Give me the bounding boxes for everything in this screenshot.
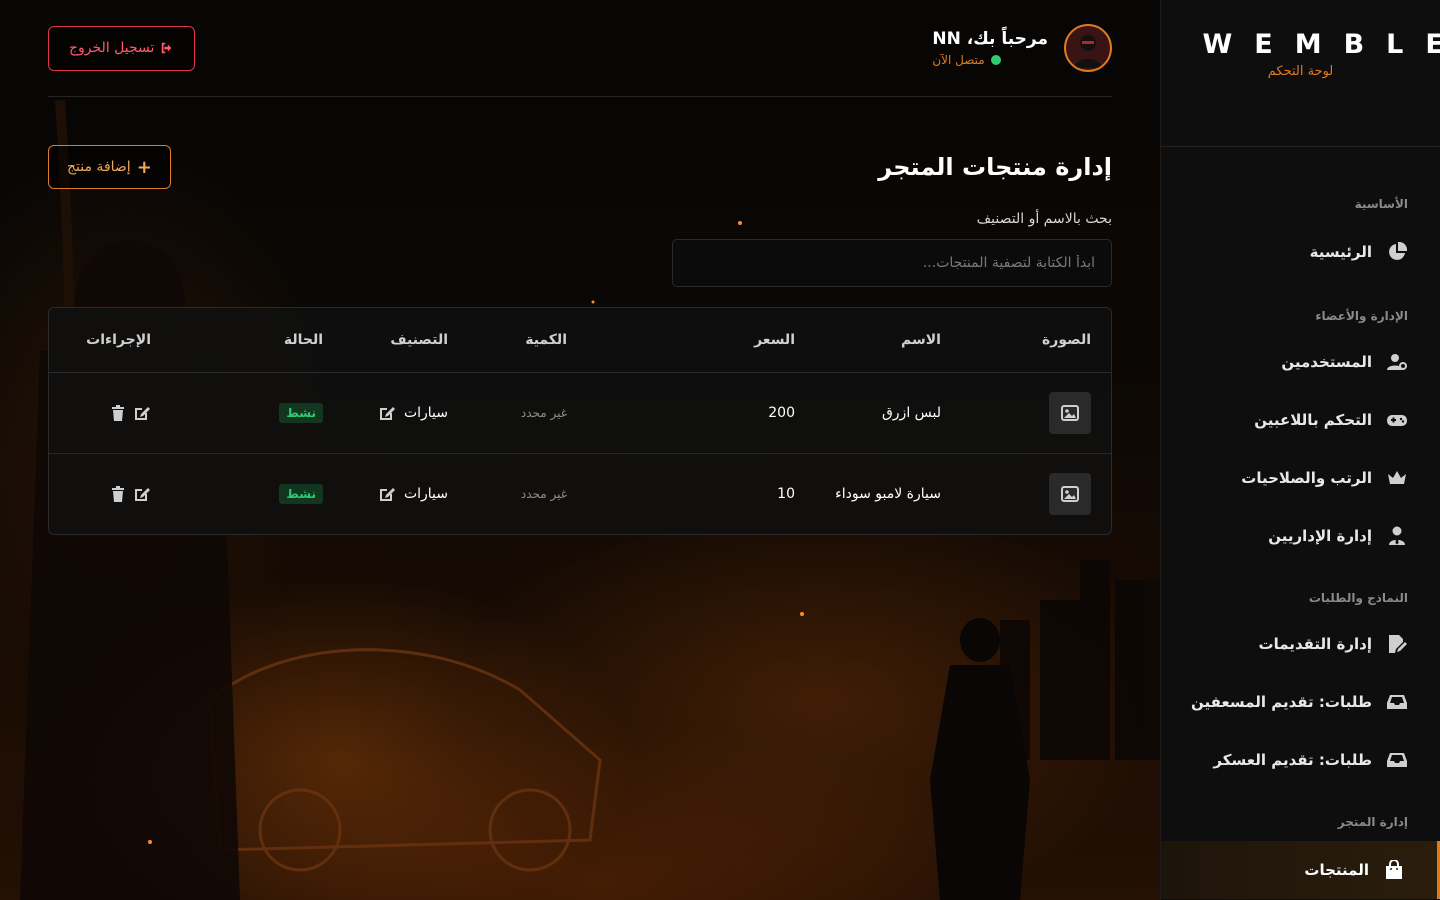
edit-category-icon[interactable] [378,404,396,422]
brand-logo: WEMBLEY [1202,29,1440,60]
product-status: نشط [151,453,323,534]
col-header-actions: الإجراءات [49,308,151,373]
nav-section-title: النماذج والطلبات [1308,591,1408,605]
product-image-cell [941,372,1111,454]
sidebar-item-label: المنتجات [1304,861,1369,879]
edit-icon[interactable] [133,485,151,503]
user-tie-icon [1386,525,1408,547]
sidebar-item-label: طلبات: تقديم العسكر [1213,751,1372,769]
inbox-icon [1386,691,1408,713]
nav-section-title: الإدارة والأعضاء [1315,309,1408,323]
online-status-text: متصل الآن [932,53,985,67]
col-header-price: السعر [567,308,795,373]
quantity-text: غير محدد [520,486,567,501]
table-header-row: الصورة الاسم السعر الكمية التصنيف الحالة… [49,308,1111,373]
table-row: لبس ازرق 200 غير محدد سيارات نشط [49,372,1111,454]
table-row: سيارة لامبو سوداء 10 غير محدد سيارات نشط [49,453,1111,534]
user-text: مرحباً بك، NN متصل الآن [932,29,1048,67]
file-edit-icon [1386,633,1408,655]
product-actions [49,453,151,534]
sidebar-item-applications[interactable]: إدارة التقديمات [1161,615,1440,673]
sidebar-item-paramedic-requests[interactable]: طلبات: تقديم المسعفين [1161,673,1440,731]
gamepad-icon [1386,409,1408,431]
delete-icon[interactable] [109,404,127,422]
sidebar-item-label: التحكم باللاعبين [1254,411,1372,429]
sign-out-icon [162,42,172,54]
search-label: بحث بالاسم أو التصنيف [976,211,1112,227]
sidebar-item-military-requests[interactable]: طلبات: تقديم العسكر [1161,731,1440,789]
col-header-category: التصنيف [323,308,448,373]
product-name: سيارة لامبو سوداء [835,485,941,502]
product-quantity: غير محدد [448,453,567,534]
pie-chart-icon [1386,241,1408,263]
sidebar-item-label: إدارة الإداريين [1268,527,1372,545]
welcome-text: مرحباً بك، NN [932,29,1048,49]
sidebar-item-users[interactable]: المستخدمين [1161,333,1440,391]
top-bar: مرحباً بك، NN متصل الآن تسجيل الخروج [48,0,1112,97]
status-badge: نشط [279,483,323,504]
product-image-placeholder [1049,391,1091,434]
sidebar-item-label: الرتب والصلاحيات [1241,469,1372,487]
product-category: سيارات [323,372,448,454]
nav-section-title: الأساسية [1354,197,1408,211]
shopping-bag-icon [1383,859,1405,881]
product-actions [49,372,151,454]
add-product-label: إضافة منتج [67,159,131,175]
sidebar-item-label: الرئيسية [1309,243,1372,261]
product-status: نشط [151,372,323,454]
col-header-image: الصورة [941,308,1111,373]
inbox-icon [1386,749,1408,771]
avatar[interactable] [1064,24,1112,72]
main-content: مرحباً بك، NN متصل الآن تسجيل الخروج إدا… [48,0,1112,535]
sidebar: WEMBLEY لوحة التحكم الأساسية الرئيسية ال… [1160,0,1440,900]
product-price: 200 [567,372,795,454]
sidebar-item-label: طلبات: تقديم المسعفين [1191,693,1372,711]
sidebar-nav: الأساسية الرئيسية الإدارة والأعضاء المست… [1161,147,1440,899]
page-title: إدارة منتجات المتجر [878,153,1112,181]
category-text: سيارات [403,404,448,421]
sidebar-item-players[interactable]: التحكم باللاعبين [1161,391,1440,449]
product-category: سيارات [323,453,448,534]
avatar-image-icon [1068,28,1108,68]
product-image-cell [941,453,1111,534]
status-badge: نشط [279,402,323,423]
plus-icon: + [136,156,152,178]
brand: WEMBLEY لوحة التحكم [1161,0,1440,147]
products-table: الصورة الاسم السعر الكمية التصنيف الحالة… [48,307,1112,535]
user-info: مرحباً بك، NN متصل الآن [932,24,1112,72]
col-header-name: الاسم [795,308,941,373]
delete-icon[interactable] [109,485,127,503]
product-image-placeholder [1049,472,1091,515]
sidebar-item-label: إدارة التقديمات [1258,635,1372,653]
sidebar-item-products[interactable]: المنتجات [1161,841,1440,899]
title-row: إدارة منتجات المتجر + إضافة منتج [48,145,1112,189]
image-icon [1061,485,1079,502]
edit-icon[interactable] [133,404,151,422]
online-dot-icon [990,55,1001,65]
online-status: متصل الآن [932,53,1048,67]
sidebar-item-admins[interactable]: إدارة الإداريين [1161,507,1440,565]
sidebar-item-roles[interactable]: الرتب والصلاحيات [1161,449,1440,507]
sidebar-item-label: المستخدمين [1281,353,1372,371]
search-input[interactable] [672,239,1112,287]
crown-icon [1386,467,1408,489]
brand-subtitle: لوحة التحكم [1267,64,1334,79]
quantity-text: غير محدد [520,405,567,420]
nav-section-title: إدارة المتجر [1337,815,1408,829]
edit-category-icon[interactable] [378,485,396,503]
product-quantity: غير محدد [448,372,567,454]
sidebar-item-home[interactable]: الرئيسية [1161,223,1440,281]
add-product-button[interactable]: + إضافة منتج [48,145,171,189]
product-name: لبس ازرق [795,372,941,454]
logout-button[interactable]: تسجيل الخروج [48,25,196,71]
col-header-status: الحالة [151,308,323,373]
col-header-quantity: الكمية [448,308,567,373]
image-icon [1061,404,1079,421]
logout-label: تسجيل الخروج [69,40,155,56]
users-gear-icon [1386,351,1408,373]
product-price: 10 [777,485,795,502]
category-text: سيارات [403,485,448,502]
